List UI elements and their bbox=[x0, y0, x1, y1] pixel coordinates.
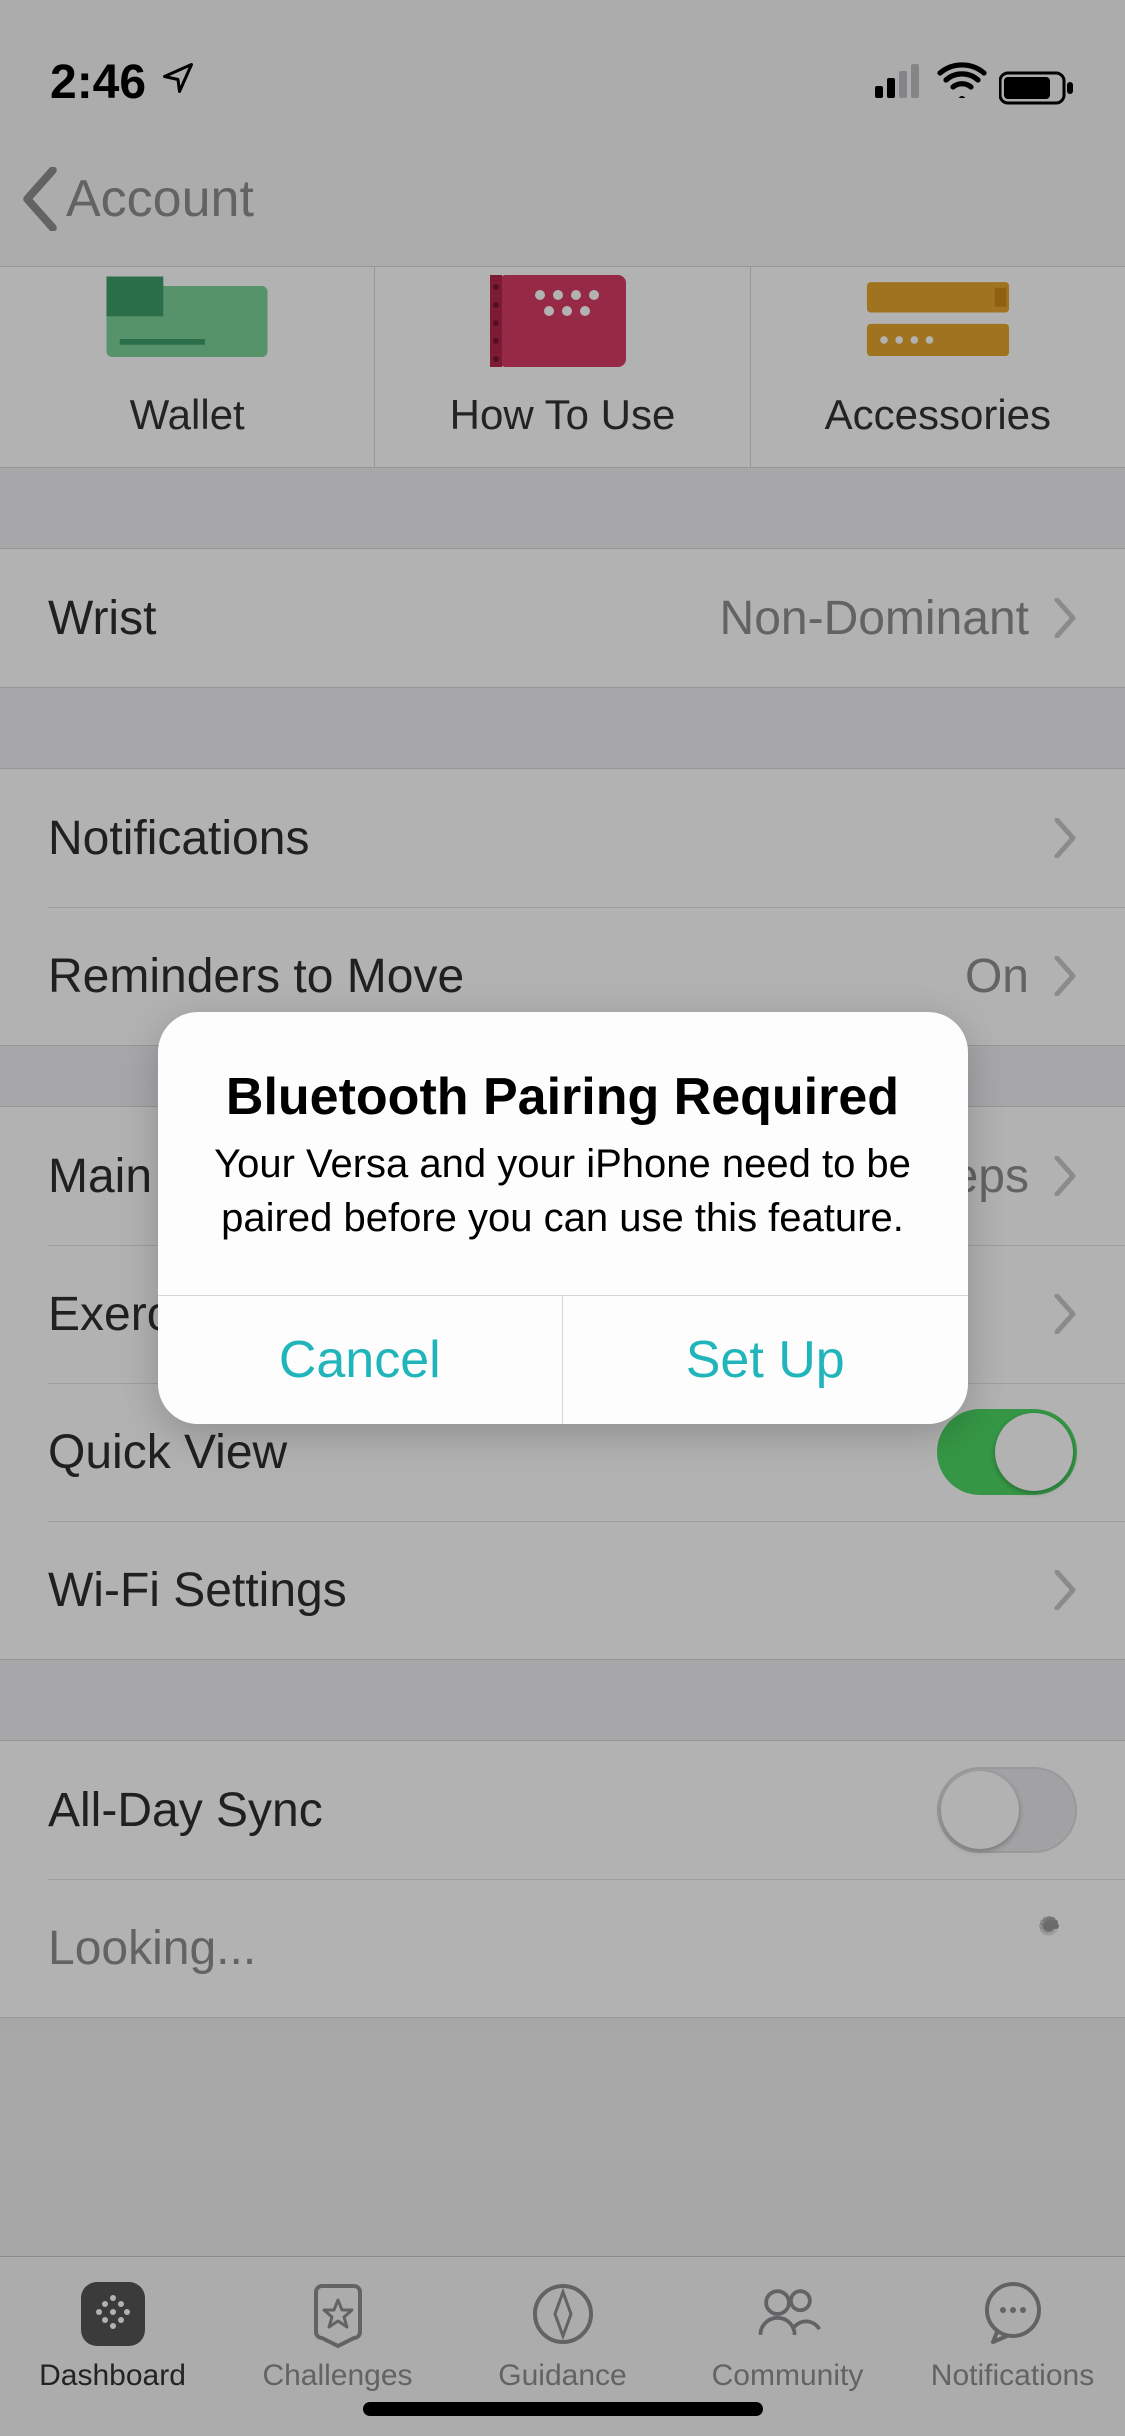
home-indicator[interactable] bbox=[363, 2402, 763, 2416]
alert-title: Bluetooth Pairing Required bbox=[213, 1067, 913, 1127]
setup-button[interactable]: Set Up bbox=[562, 1296, 968, 1424]
cancel-button[interactable]: Cancel bbox=[158, 1296, 563, 1424]
alert-message: Your Versa and your iPhone need to be pa… bbox=[213, 1137, 913, 1245]
bluetooth-pairing-alert: Bluetooth Pairing Required Your Versa an… bbox=[158, 1012, 968, 1424]
